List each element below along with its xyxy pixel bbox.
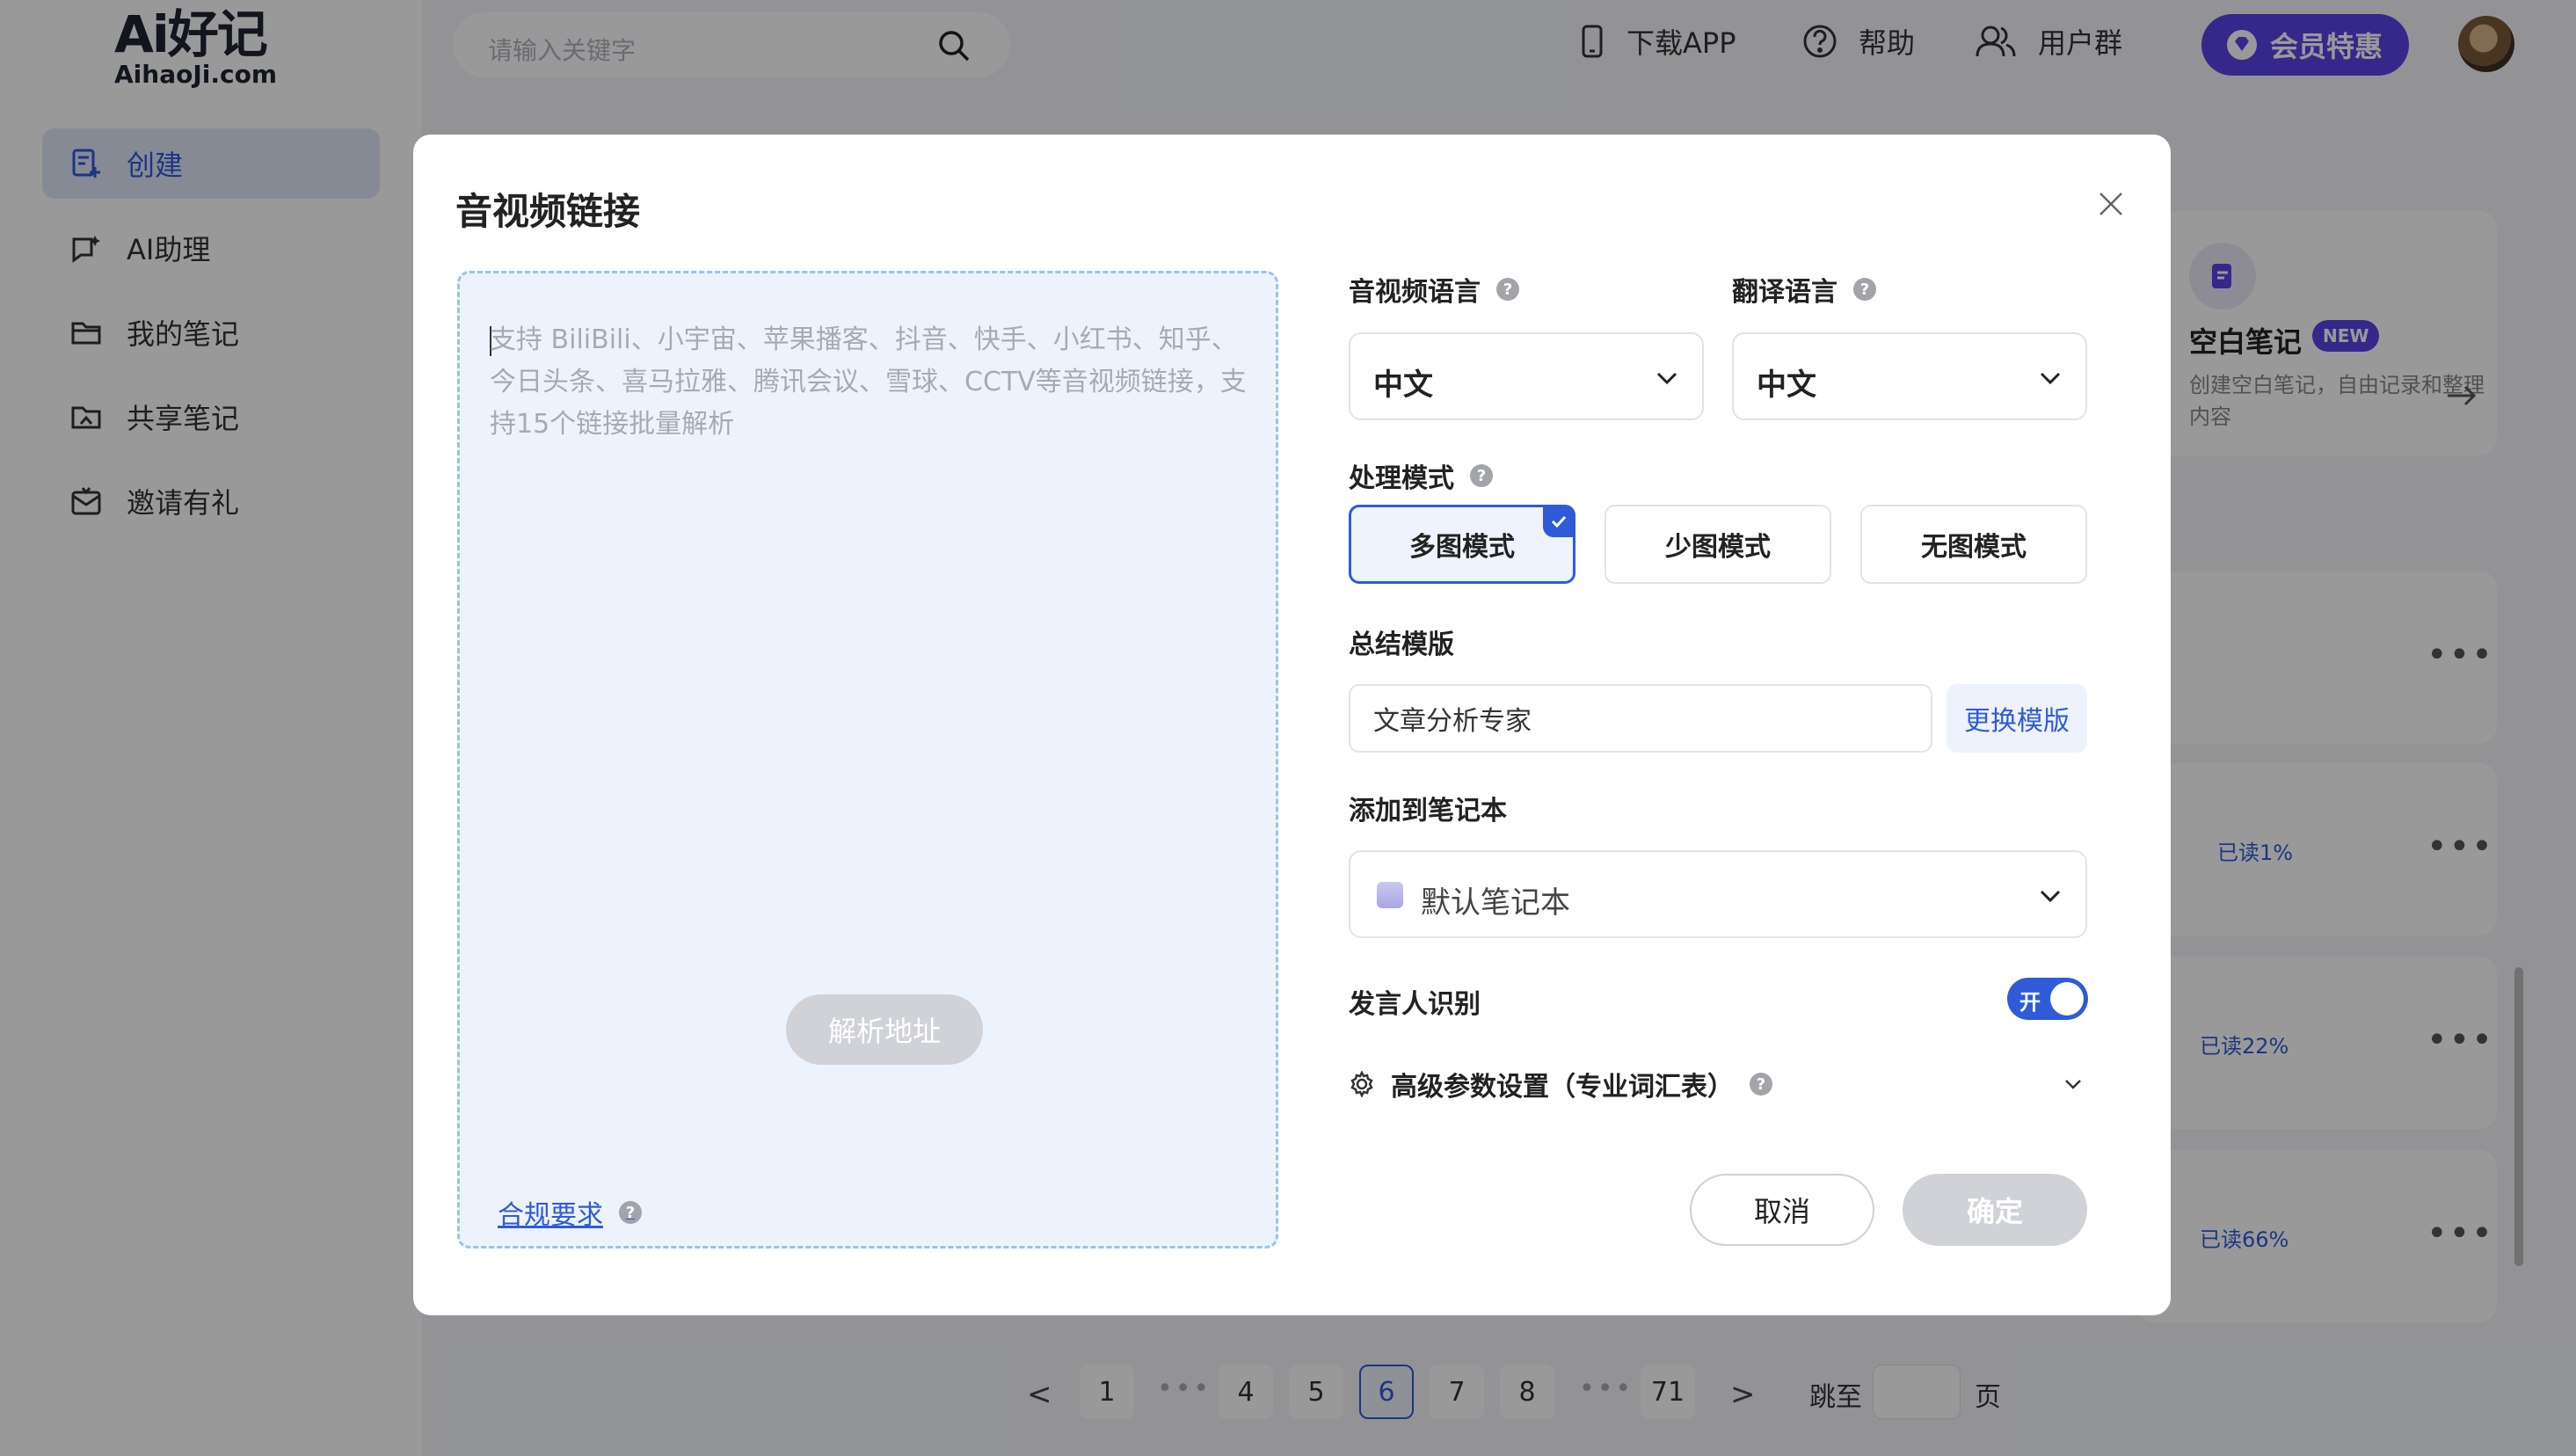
summary-template-value: 文章分析专家 — [1373, 706, 1532, 737]
translate-language-value: 中文 — [1757, 368, 1816, 403]
processing-mode-label-text: 处理模式 — [1349, 463, 1454, 494]
chevron-down-icon[interactable] — [2063, 1074, 2084, 1098]
help-icon[interactable]: ? — [1750, 1073, 1772, 1096]
compliance-label: 合规要求 — [498, 1200, 603, 1231]
translate-language-select[interactable]: 中文 — [1732, 332, 2087, 420]
notebook-icon — [1377, 882, 1403, 908]
parse-address-button[interactable]: 解析地址 — [786, 994, 983, 1065]
dialog-title: 音视频链接 — [455, 190, 641, 233]
translate-language-label-text: 翻译语言 — [1732, 277, 1837, 308]
mode-few-image[interactable]: 少图模式 — [1605, 505, 1831, 584]
av-language-value: 中文 — [1373, 368, 1433, 403]
help-icon[interactable]: ? — [1470, 464, 1493, 487]
chevron-down-icon — [2038, 366, 2063, 394]
help-icon[interactable]: ? — [1496, 278, 1519, 301]
av-language-select[interactable]: 中文 — [1349, 332, 1704, 420]
notebook-label-text: 添加到笔记本 — [1349, 796, 1507, 826]
cancel-button[interactable]: 取消 — [1690, 1174, 1874, 1246]
notebook-value: 默认笔记本 — [1421, 885, 1570, 921]
av-link-dialog: 音视频链接 支持 BiliBili、小宇宙、苹果播客、抖音、快手、小红书、知乎、… — [413, 135, 2171, 1315]
mode-label: 无图模式 — [1921, 532, 2027, 563]
gear-icon — [1349, 1071, 1375, 1097]
translate-language-label: 翻译语言 ? — [1732, 270, 1876, 309]
chevron-down-icon — [2038, 884, 2063, 912]
mode-multi-image[interactable]: 多图模式 — [1349, 505, 1575, 584]
speaker-recognition-label-text: 发言人识别 — [1349, 989, 1481, 1020]
toggle-knob — [2050, 982, 2084, 1016]
advanced-settings-label: 高级参数设置（专业词汇表） — [1391, 1072, 1734, 1103]
summary-template-label-text: 总结模版 — [1349, 630, 1454, 660]
summary-template-label: 总结模版 — [1349, 622, 1454, 661]
compliance-link[interactable]: 合规要求 ? — [498, 1193, 642, 1232]
notebook-label: 添加到笔记本 — [1349, 789, 1507, 827]
chevron-down-icon — [1655, 366, 1679, 394]
change-template-button[interactable]: 更换模版 — [1947, 684, 2087, 753]
av-language-label: 音视频语言 ? — [1349, 270, 1519, 309]
summary-template-field[interactable]: 文章分析专家 — [1349, 684, 1932, 753]
processing-mode-label: 处理模式 ? — [1349, 456, 1493, 495]
speaker-recognition-label: 发言人识别 — [1349, 982, 1481, 1021]
close-icon[interactable] — [2098, 191, 2124, 221]
notebook-select[interactable]: 默认笔记本 — [1349, 850, 2087, 938]
link-input-area[interactable]: 支持 BiliBili、小宇宙、苹果播客、抖音、快手、小红书、知乎、今日头条、喜… — [457, 271, 1278, 1249]
mode-label: 少图模式 — [1665, 532, 1771, 563]
toggle-on-text: 开 — [2019, 990, 2041, 1015]
confirm-button[interactable]: 确定 — [1903, 1174, 2087, 1246]
av-language-label-text: 音视频语言 — [1349, 277, 1481, 308]
mode-no-image[interactable]: 无图模式 — [1860, 505, 2087, 584]
help-icon[interactable]: ? — [619, 1201, 642, 1224]
mode-label: 多图模式 — [1409, 532, 1515, 563]
link-input-placeholder: 支持 BiliBili、小宇宙、苹果播客、抖音、快手、小红书、知乎、今日头条、喜… — [490, 324, 1247, 440]
speaker-recognition-toggle[interactable]: 开 — [2007, 978, 2088, 1020]
check-icon — [1543, 506, 1575, 537]
advanced-settings[interactable]: 高级参数设置（专业词汇表） ? — [1349, 1065, 1772, 1103]
help-icon[interactable]: ? — [1853, 278, 1876, 301]
